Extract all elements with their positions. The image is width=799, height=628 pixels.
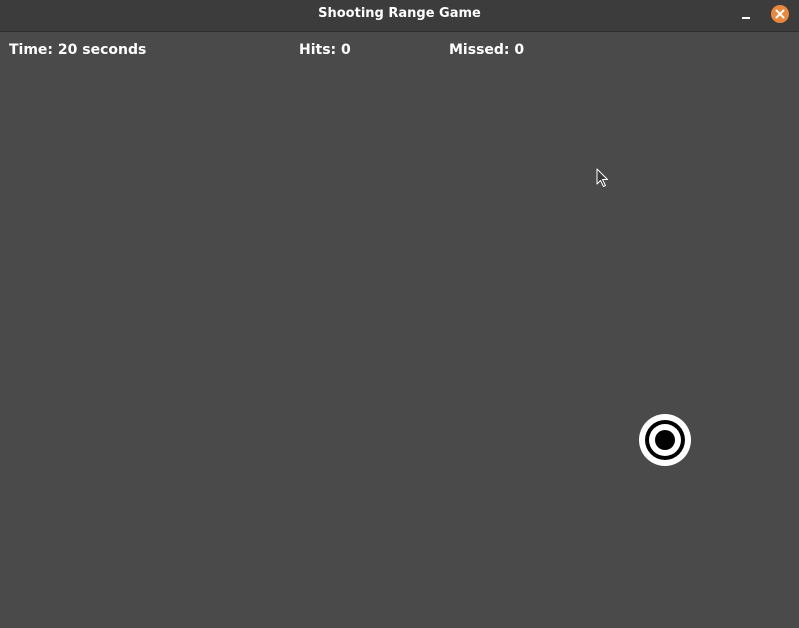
bullseye-target-icon	[639, 414, 691, 466]
close-icon	[775, 9, 785, 19]
time-remaining-label: Time: 20 seconds	[9, 42, 147, 58]
app-window: Shooting Range Game Time: 20 seconds Hit…	[0, 0, 799, 628]
missed-counter-label: Missed: 0	[449, 42, 525, 58]
title-bar[interactable]: Shooting Range Game	[0, 0, 799, 32]
minimize-button[interactable]	[735, 5, 757, 25]
minimize-icon	[742, 17, 750, 19]
window-title: Shooting Range Game	[318, 6, 481, 21]
close-button[interactable]	[771, 5, 789, 23]
game-area[interactable]	[0, 32, 799, 628]
hits-counter-label: Hits: 0	[299, 42, 351, 58]
bullseye-target[interactable]	[639, 414, 691, 466]
mouse-pointer-icon	[596, 168, 608, 187]
